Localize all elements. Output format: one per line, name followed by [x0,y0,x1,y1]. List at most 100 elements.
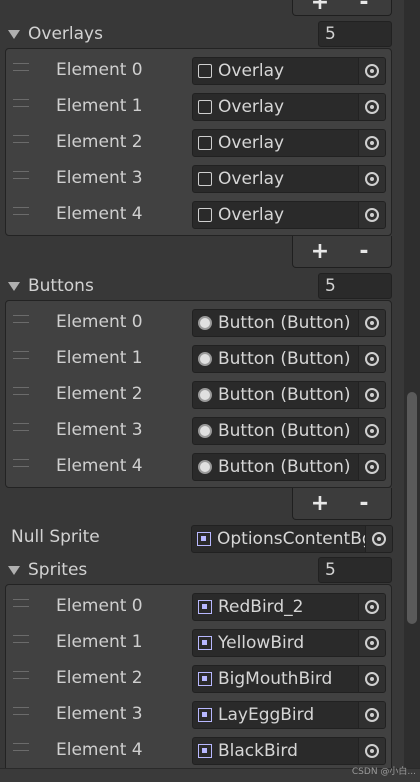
element-label: Element 1 [56,348,143,368]
object-picker-button[interactable] [358,58,385,84]
overlays-foldout[interactable]: Overlays [8,22,103,46]
drag-handle-icon[interactable] [13,315,29,323]
object-field-value: YellowBird [218,633,305,653]
sprites-foldout[interactable]: Sprites [8,558,87,582]
object-field[interactable]: Overlay [192,201,386,229]
picker-target-icon [365,100,379,114]
object-field[interactable]: BlackBird [192,737,386,765]
null-sprite-field[interactable]: OptionsContentBg [191,525,393,553]
object-picker-button[interactable] [358,382,385,408]
drag-handle-icon[interactable] [13,351,29,359]
object-picker-button[interactable] [358,202,385,228]
object-field[interactable]: Overlay [192,165,386,193]
add-button[interactable]: + [305,0,335,14]
list-item: Element 3 LayEggBird [6,699,391,735]
element-label: Element 3 [56,168,143,188]
picker-target-icon [365,352,379,366]
element-label: Element 2 [56,132,143,152]
drag-handle-icon[interactable] [13,743,29,751]
object-picker-button[interactable] [365,526,392,552]
remove-button[interactable]: - [349,0,379,14]
object-field[interactable]: LayEggBird [192,701,386,729]
picker-target-icon [365,316,379,330]
object-field[interactable]: YellowBird [192,629,386,657]
picker-target-icon [365,600,379,614]
object-picker-button[interactable] [358,738,385,764]
drag-handle-icon[interactable] [13,99,29,107]
overlays-add-remove: + - [292,236,392,268]
buttons-label: Buttons [28,276,94,296]
sprites-size-field[interactable]: 5 [318,557,392,583]
object-picker-button[interactable] [358,418,385,444]
list-item: Element 4 Overlay [6,199,391,235]
list-item: Element 2 BigMouthBird [6,663,391,699]
object-field[interactable]: RedBird_2 [192,593,386,621]
object-field-value: LayEggBird [218,705,315,725]
object-picker-button[interactable] [358,166,385,192]
object-field[interactable]: BigMouthBird [192,665,386,693]
object-picker-button[interactable] [358,594,385,620]
element-label: Element 3 [56,704,143,724]
object-field[interactable]: Overlay [192,57,386,85]
object-field[interactable]: Overlay [192,93,386,121]
drag-handle-icon[interactable] [13,135,29,143]
drag-handle-icon[interactable] [13,171,29,179]
object-field[interactable]: Button (Button) [192,417,386,445]
drag-handle-icon[interactable] [13,63,29,71]
sprite-icon [198,708,212,722]
overlays-list: Element 0 Overlay Element 1 Overlay Elem… [5,48,392,236]
element-label: Element 4 [56,204,143,224]
object-picker-button[interactable] [358,630,385,656]
object-picker-button[interactable] [358,702,385,728]
button-radio-icon [198,316,212,330]
drag-handle-icon[interactable] [13,707,29,715]
object-picker-button[interactable] [358,666,385,692]
object-picker-button[interactable] [358,130,385,156]
list-item: Element 0 Button (Button) [6,307,391,343]
drag-handle-icon[interactable] [13,599,29,607]
sprite-icon [198,600,212,614]
element-label: Element 4 [56,456,143,476]
object-field-value: Overlay [218,169,285,189]
object-field[interactable]: Button (Button) [192,453,386,481]
drag-handle-icon[interactable] [13,423,29,431]
element-label: Element 1 [56,96,143,116]
object-field[interactable]: Button (Button) [192,345,386,373]
object-picker-button[interactable] [358,310,385,336]
list-item: Element 1 YellowBird [6,627,391,663]
gameobject-cube-icon [198,172,212,186]
object-field[interactable]: Button (Button) [192,309,386,337]
drag-handle-icon[interactable] [13,387,29,395]
scrollbar-thumb[interactable] [407,392,417,624]
gameobject-cube-icon [198,208,212,222]
buttons-size-field[interactable]: 5 [318,273,392,299]
object-field-value: Button (Button) [218,385,351,405]
remove-button[interactable]: - [349,240,379,263]
gameobject-cube-icon [198,100,212,114]
add-button[interactable]: + [305,240,335,263]
drag-handle-icon[interactable] [13,671,29,679]
vertical-scrollbar[interactable] [404,0,420,781]
picker-target-icon [365,208,379,222]
object-picker-button[interactable] [358,346,385,372]
drag-handle-icon[interactable] [13,207,29,215]
button-radio-icon [198,460,212,474]
add-button[interactable]: + [305,492,335,515]
object-picker-button[interactable] [358,94,385,120]
element-label: Element 2 [56,384,143,404]
picker-target-icon [365,636,379,650]
sprites-list: Element 0 RedBird_2 Element 1 YellowBird… [5,584,392,774]
object-picker-button[interactable] [358,454,385,480]
buttons-foldout[interactable]: Buttons [8,274,94,298]
object-field-value: Button (Button) [218,457,351,477]
remove-button[interactable]: - [349,492,379,515]
list-item: Element 1 Button (Button) [6,343,391,379]
picker-target-icon [365,136,379,150]
object-field-value: Overlay [218,133,285,153]
drag-handle-icon[interactable] [13,459,29,467]
drag-handle-icon[interactable] [13,635,29,643]
object-field[interactable]: Button (Button) [192,381,386,409]
overlays-size-field[interactable]: 5 [318,21,392,47]
object-field[interactable]: Overlay [192,129,386,157]
element-label: Element 4 [56,740,143,760]
